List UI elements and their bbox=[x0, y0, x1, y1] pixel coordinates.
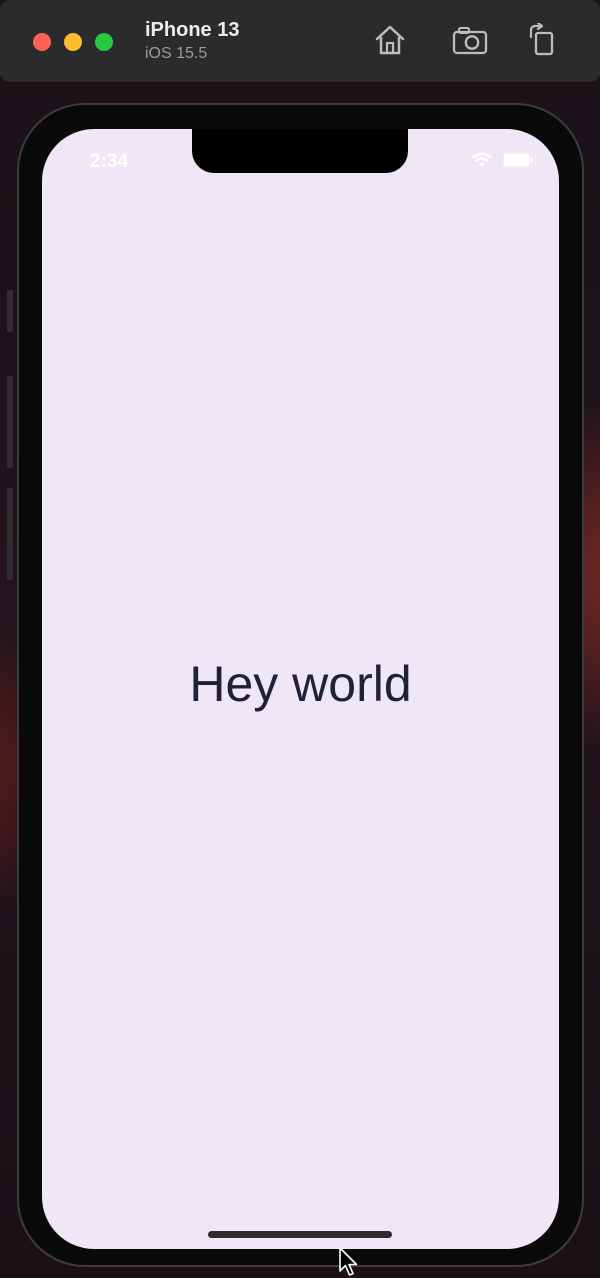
close-window-button[interactable] bbox=[33, 33, 51, 51]
camera-icon bbox=[451, 25, 489, 60]
desktop-background: iPhone 13 iOS 15.5 2:34 Hey world bbox=[0, 0, 600, 1278]
notch bbox=[192, 129, 408, 173]
rotate-icon bbox=[527, 21, 557, 62]
home-button[interactable] bbox=[370, 22, 410, 62]
status-bar-time: 2:34 bbox=[90, 151, 129, 172]
os-version: iOS 15.5 bbox=[145, 45, 208, 62]
rotate-button[interactable] bbox=[522, 21, 562, 62]
home-icon bbox=[373, 24, 407, 61]
mouse-cursor-icon bbox=[338, 1246, 360, 1278]
home-indicator[interactable] bbox=[208, 1231, 392, 1238]
wifi-icon bbox=[471, 152, 493, 173]
device-name: iPhone 13 bbox=[145, 19, 240, 41]
battery-icon bbox=[503, 153, 533, 172]
minimize-window-button[interactable] bbox=[64, 33, 82, 51]
volume-down-button bbox=[7, 488, 13, 580]
greeting-text: Hey world bbox=[189, 656, 412, 712]
volume-up-button bbox=[7, 376, 13, 468]
mute-switch bbox=[7, 290, 13, 332]
zoom-window-button[interactable] bbox=[95, 33, 113, 51]
device-screen[interactable]: 2:34 Hey world bbox=[42, 129, 559, 1249]
simulator-titlebar: iPhone 13 iOS 15.5 bbox=[0, 0, 600, 83]
screenshot-button[interactable] bbox=[450, 22, 490, 62]
status-bar-icons bbox=[471, 152, 533, 173]
